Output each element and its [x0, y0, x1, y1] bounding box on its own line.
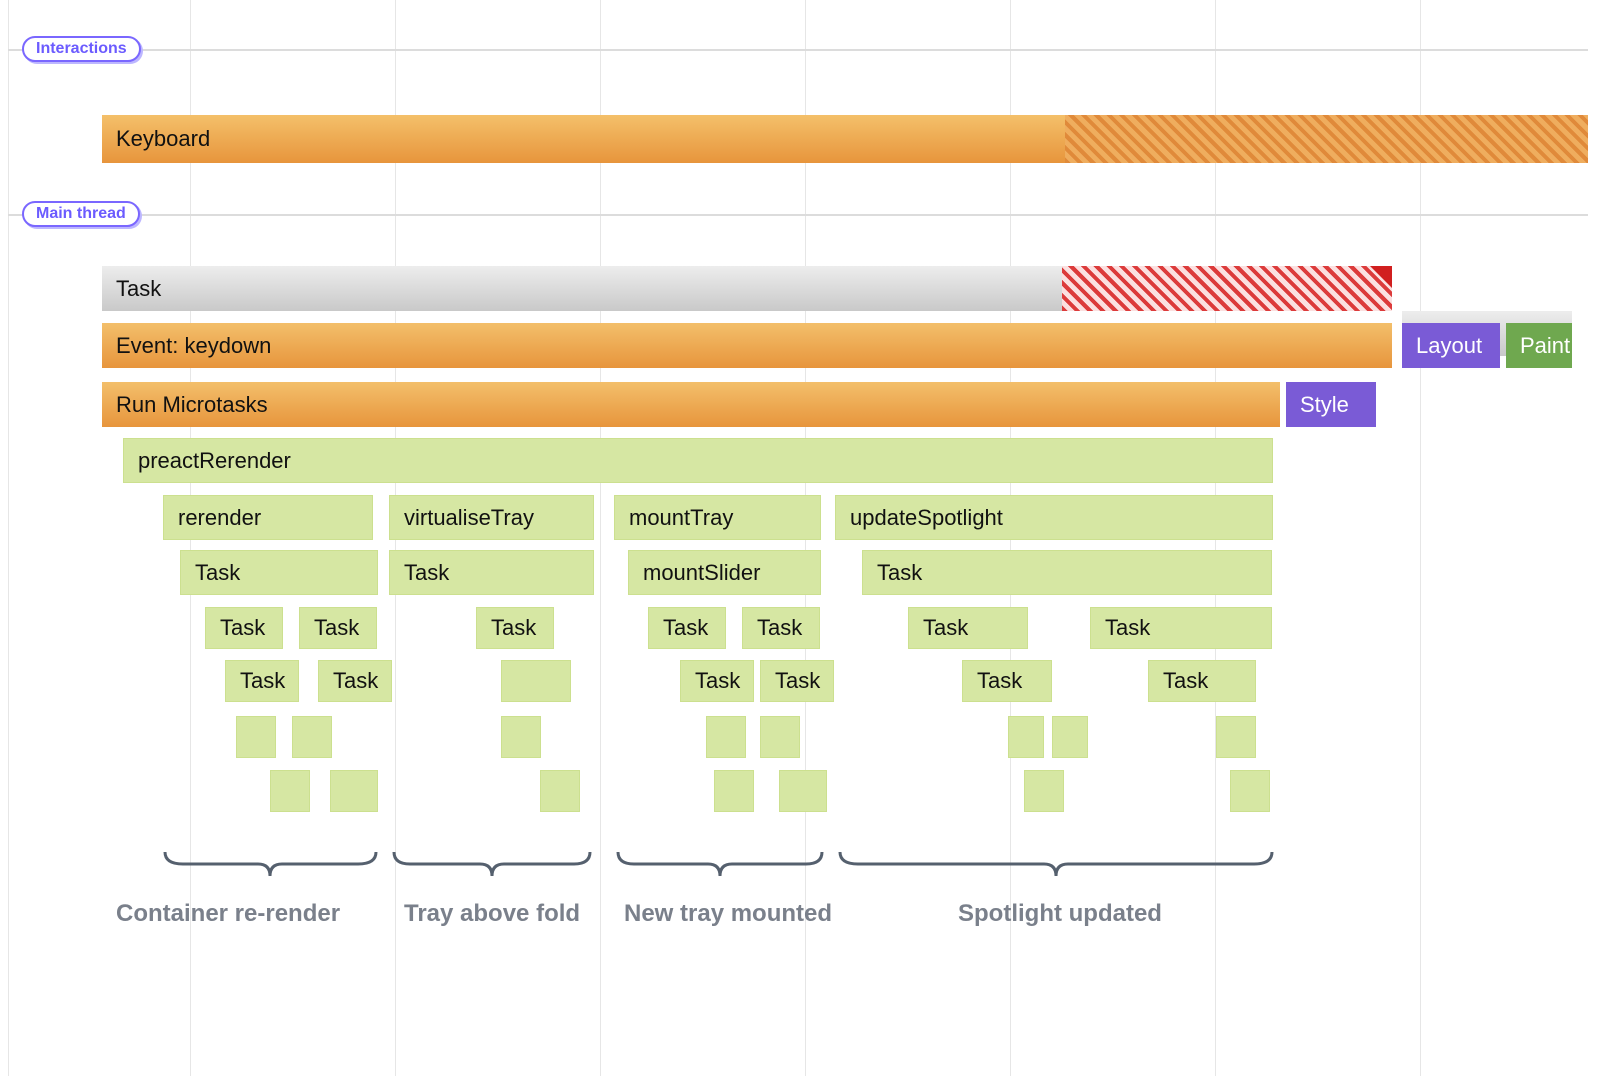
col2-task-a1: Task [476, 607, 554, 649]
task-bar-long: Task [102, 266, 1392, 311]
event-keydown-bar: Event: keydown [102, 323, 1392, 368]
microtasks-bar: Run Microtasks [102, 382, 1280, 427]
annotation-3: New tray mounted [624, 900, 832, 928]
col3-task-a2: Task [742, 607, 820, 649]
col3-fragment-a1 [706, 716, 746, 758]
col3-task-a1: Task [648, 607, 726, 649]
col1-task-b1: Task [225, 660, 299, 702]
brace-2-icon [392, 850, 592, 880]
col1-fragment-b1 [270, 770, 310, 812]
col4-fragment-b2 [1230, 770, 1270, 812]
layout-label: Layout [1416, 333, 1482, 359]
annotation-2: Tray above fold [404, 900, 580, 928]
col1-task-a2: Task [299, 607, 377, 649]
col1-task-b2: Task [318, 660, 392, 702]
col2-virtualise: virtualiseTray [389, 495, 594, 540]
col3-fragment-b2 [779, 770, 827, 812]
col2-fragment-c1 [540, 770, 580, 812]
main-thread-pill: Main thread [22, 201, 140, 227]
col4-task-b1: Task [962, 660, 1052, 702]
gridline [8, 0, 9, 1076]
col3-fragment-a2 [760, 716, 800, 758]
brace-4-icon [838, 850, 1274, 880]
col1-fragment-a2 [292, 716, 332, 758]
col1-fragment-a1 [236, 716, 276, 758]
col1-fragment-b2 [330, 770, 378, 812]
col2-fragment-a1 [501, 660, 571, 702]
microtasks-label: Run Microtasks [116, 392, 268, 418]
preact-rerender-block: preactRerender [123, 438, 1273, 483]
col4-fragment-a2 [1052, 716, 1088, 758]
col3-task-b1: Task [680, 660, 754, 702]
col4-updatespotlight: updateSpotlight [835, 495, 1273, 540]
col2-fragment-b1 [501, 716, 541, 758]
keyboard-label: Keyboard [116, 126, 210, 152]
col4-task-a2: Task [1090, 607, 1272, 649]
paint-label: Paint [1520, 333, 1570, 359]
task-long-hatch-icon [1062, 266, 1392, 311]
style-bar: Style [1286, 382, 1376, 427]
col1-task-a1: Task [205, 607, 283, 649]
layout-bar: Layout [1402, 323, 1500, 368]
event-keydown-label: Event: keydown [116, 333, 271, 359]
style-label: Style [1300, 392, 1349, 418]
task-long-corner-icon [1370, 266, 1392, 288]
col3-mountslider: mountSlider [628, 550, 821, 595]
col3-task-b2: Task [760, 660, 834, 702]
col4-fragment-b1 [1024, 770, 1064, 812]
col3-fragment-b1 [714, 770, 754, 812]
col4-fragment-a3 [1216, 716, 1256, 758]
paint-bar: Paint [1506, 323, 1572, 368]
col1-rerender: rerender [163, 495, 373, 540]
col4-task-a1: Task [908, 607, 1028, 649]
col4-fragment-a1 [1008, 716, 1044, 758]
interactions-label: Interactions [36, 40, 127, 58]
preact-rerender-label: preactRerender [138, 448, 291, 474]
flame-chart-diagram: Interactions Keyboard Main thread Task T… [0, 0, 1602, 1076]
col4-task: Task [862, 550, 1272, 595]
col4-task-b2: Task [1148, 660, 1256, 702]
interactions-pill: Interactions [22, 36, 141, 62]
brace-3-icon [616, 850, 824, 880]
interactions-rule [8, 49, 1588, 51]
brace-1-icon [163, 850, 378, 880]
annotation-4: Spotlight updated [958, 900, 1162, 928]
col3-mounttray: mountTray [614, 495, 821, 540]
main-thread-label: Main thread [36, 205, 126, 223]
task-bar-long-label: Task [116, 276, 161, 302]
keyboard-hatched-icon [1065, 115, 1588, 163]
col1-task: Task [180, 550, 378, 595]
annotation-1: Container re-render [116, 900, 340, 928]
main-thread-rule [8, 214, 1588, 216]
col2-task: Task [389, 550, 594, 595]
